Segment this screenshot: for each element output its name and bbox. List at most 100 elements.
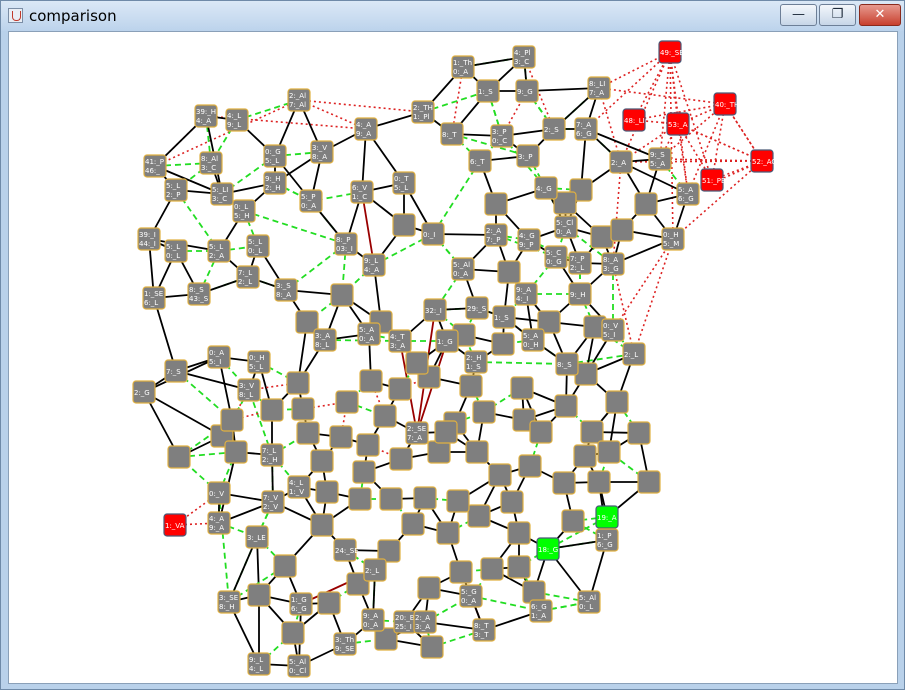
graph-node-gray[interactable]: 9:_L4:_A — [362, 253, 386, 277]
graph-node[interactable] — [310, 449, 334, 473]
graph-node[interactable] — [310, 513, 334, 537]
node-box[interactable] — [436, 521, 460, 545]
graph-canvas[interactable]: 1:_Th 0:_A 4:_Pl 3:_C 49:_SE 1:_S 9:_G 8:_LI 7:_… — [8, 31, 898, 684]
graph-node-gray[interactable]: 1:_Th0:_A — [451, 55, 475, 79]
graph-node-gray[interactable]: 0:_A5:_I — [207, 345, 231, 369]
graph-node[interactable] — [220, 408, 244, 432]
graph-node-gray[interactable]: 5:_Al0:_Cl — [287, 654, 311, 678]
graph-node[interactable] — [518, 454, 542, 478]
graph-node-gray[interactable]: 2:_TH1:_Pl — [411, 100, 435, 124]
node-box[interactable] — [627, 421, 651, 445]
graph-node-gray[interactable]: 9:_H2:_H — [263, 171, 287, 195]
graph-node-gray[interactable]: 2:_H1:_S — [464, 350, 488, 374]
graph-node[interactable] — [573, 444, 597, 468]
graph-node-gray[interactable]: 4:_G — [534, 176, 558, 200]
node-box[interactable] — [465, 440, 489, 464]
graph-node-gray[interactable]: 8:_S — [555, 352, 579, 376]
graph-node[interactable] — [330, 283, 354, 307]
node-box[interactable] — [510, 376, 534, 400]
graph-node-gray[interactable]: 0:_V5:_I — [601, 318, 625, 342]
node-box[interactable] — [392, 213, 416, 237]
graph-node[interactable] — [491, 332, 515, 356]
node-box[interactable] — [417, 576, 441, 600]
graph-node-gray[interactable]: 3:_P — [516, 144, 540, 168]
graph-node-gray[interactable]: 3:_LE — [245, 525, 269, 549]
graph-node-gray[interactable]: 5:_A0:_H — [521, 328, 545, 352]
node-box[interactable] — [561, 509, 585, 533]
graph-node[interactable] — [247, 583, 271, 607]
graph-node[interactable] — [529, 420, 553, 444]
node-box[interactable] — [554, 394, 578, 418]
graph-node-red[interactable]: 49:_SE — [658, 40, 684, 64]
graph-node[interactable] — [484, 192, 508, 216]
node-box[interactable] — [491, 332, 515, 356]
node-box[interactable] — [507, 521, 531, 545]
graph-node-gray[interactable]: 2:_A3:_A — [413, 610, 437, 634]
graph-node-gray[interactable]: 4:_A9:_A — [354, 117, 378, 141]
graph-node-gray[interactable]: 3:_S8:_A — [274, 278, 298, 302]
graph-node[interactable] — [497, 260, 521, 284]
graph-node[interactable] — [446, 489, 470, 513]
node-box[interactable] — [420, 635, 444, 659]
graph-node-gray[interactable]: 1:_G6:_G — [289, 592, 313, 616]
graph-node[interactable] — [554, 394, 578, 418]
graph-node[interactable] — [434, 420, 458, 444]
graph-node[interactable] — [472, 400, 496, 424]
graph-node[interactable] — [610, 218, 634, 242]
node-box[interactable] — [359, 369, 383, 393]
node-box[interactable] — [348, 487, 372, 511]
graph-node[interactable] — [417, 576, 441, 600]
node-box[interactable] — [480, 557, 504, 581]
graph-node-gray[interactable]: 0:_H5:_M — [661, 227, 685, 251]
graph-node-gray[interactable]: 4:_Pl3:_C — [512, 45, 536, 69]
graph-node-gray[interactable]: 5:_L2:_A — [207, 239, 231, 263]
graph-node-gray[interactable]: 2:_G — [132, 380, 156, 404]
graph-node[interactable] — [436, 521, 460, 545]
node-box[interactable] — [580, 420, 604, 444]
graph-node-gray[interactable]: 5:_G0:_A — [459, 584, 483, 608]
graph-node[interactable] — [580, 420, 604, 444]
graph-node-gray[interactable]: 1:_S — [476, 79, 500, 103]
node-box[interactable] — [507, 555, 531, 579]
graph-node-gray[interactable]: 1:_SE6:_L — [142, 286, 166, 310]
graph-node[interactable] — [634, 192, 658, 216]
graph-node-red[interactable]: 53:_A — [666, 112, 690, 136]
node-box[interactable] — [356, 433, 380, 457]
node-box[interactable] — [281, 621, 305, 645]
node-box[interactable] — [573, 444, 597, 468]
graph-node[interactable] — [480, 557, 504, 581]
graph-node-gray[interactable]: 2:_Al7:_Al — [287, 88, 311, 112]
node-box[interactable] — [310, 449, 334, 473]
node-box[interactable] — [247, 583, 271, 607]
graph-node-gray[interactable]: 8:_S43:_S — [187, 282, 211, 306]
graph-node-gray[interactable]: 7:_V2:_V — [261, 490, 285, 514]
graph-node-red[interactable]: 52:_AG — [750, 149, 777, 173]
graph-node[interactable] — [459, 374, 483, 398]
node-box[interactable] — [260, 398, 284, 422]
graph-node-gray[interactable]: 9:_A4:_I — [514, 282, 538, 306]
node-box[interactable] — [335, 390, 359, 414]
node-box[interactable] — [413, 486, 437, 510]
maximize-button[interactable]: ❐ — [819, 4, 856, 26]
node-box[interactable] — [434, 420, 458, 444]
graph-node[interactable] — [286, 371, 310, 395]
graph-node-gray[interactable]: 3:_P0:_C — [490, 124, 514, 148]
title-bar[interactable]: comparison — ❐ ✕ — [1, 1, 904, 31]
node-box[interactable] — [552, 471, 576, 495]
graph-node-gray[interactable]: 3:_Th9:_SE — [333, 632, 357, 656]
graph-node[interactable] — [373, 404, 397, 428]
graph-node[interactable] — [500, 490, 524, 514]
graph-node-gray[interactable]: 5:_C0:_G — [544, 245, 568, 269]
graph-node-gray[interactable]: 1:_P6:_G — [595, 528, 619, 552]
graph-node-gray[interactable]: 3:_SE8:_H — [217, 590, 241, 614]
node-box[interactable] — [405, 351, 429, 375]
graph-node-gray[interactable]: 4:_L1:_V — [287, 475, 311, 499]
graph-node-gray[interactable]: 0:_I — [421, 222, 445, 246]
graph-node-gray[interactable]: 8:_Al3:_C — [199, 151, 223, 175]
graph-node[interactable] — [315, 480, 339, 504]
graph-node[interactable] — [273, 554, 297, 578]
node-box[interactable] — [449, 560, 473, 584]
node-box[interactable] — [373, 404, 397, 428]
graph-node[interactable] — [356, 433, 380, 457]
graph-node-gray[interactable]: 5:_LI3:_C — [210, 182, 234, 206]
